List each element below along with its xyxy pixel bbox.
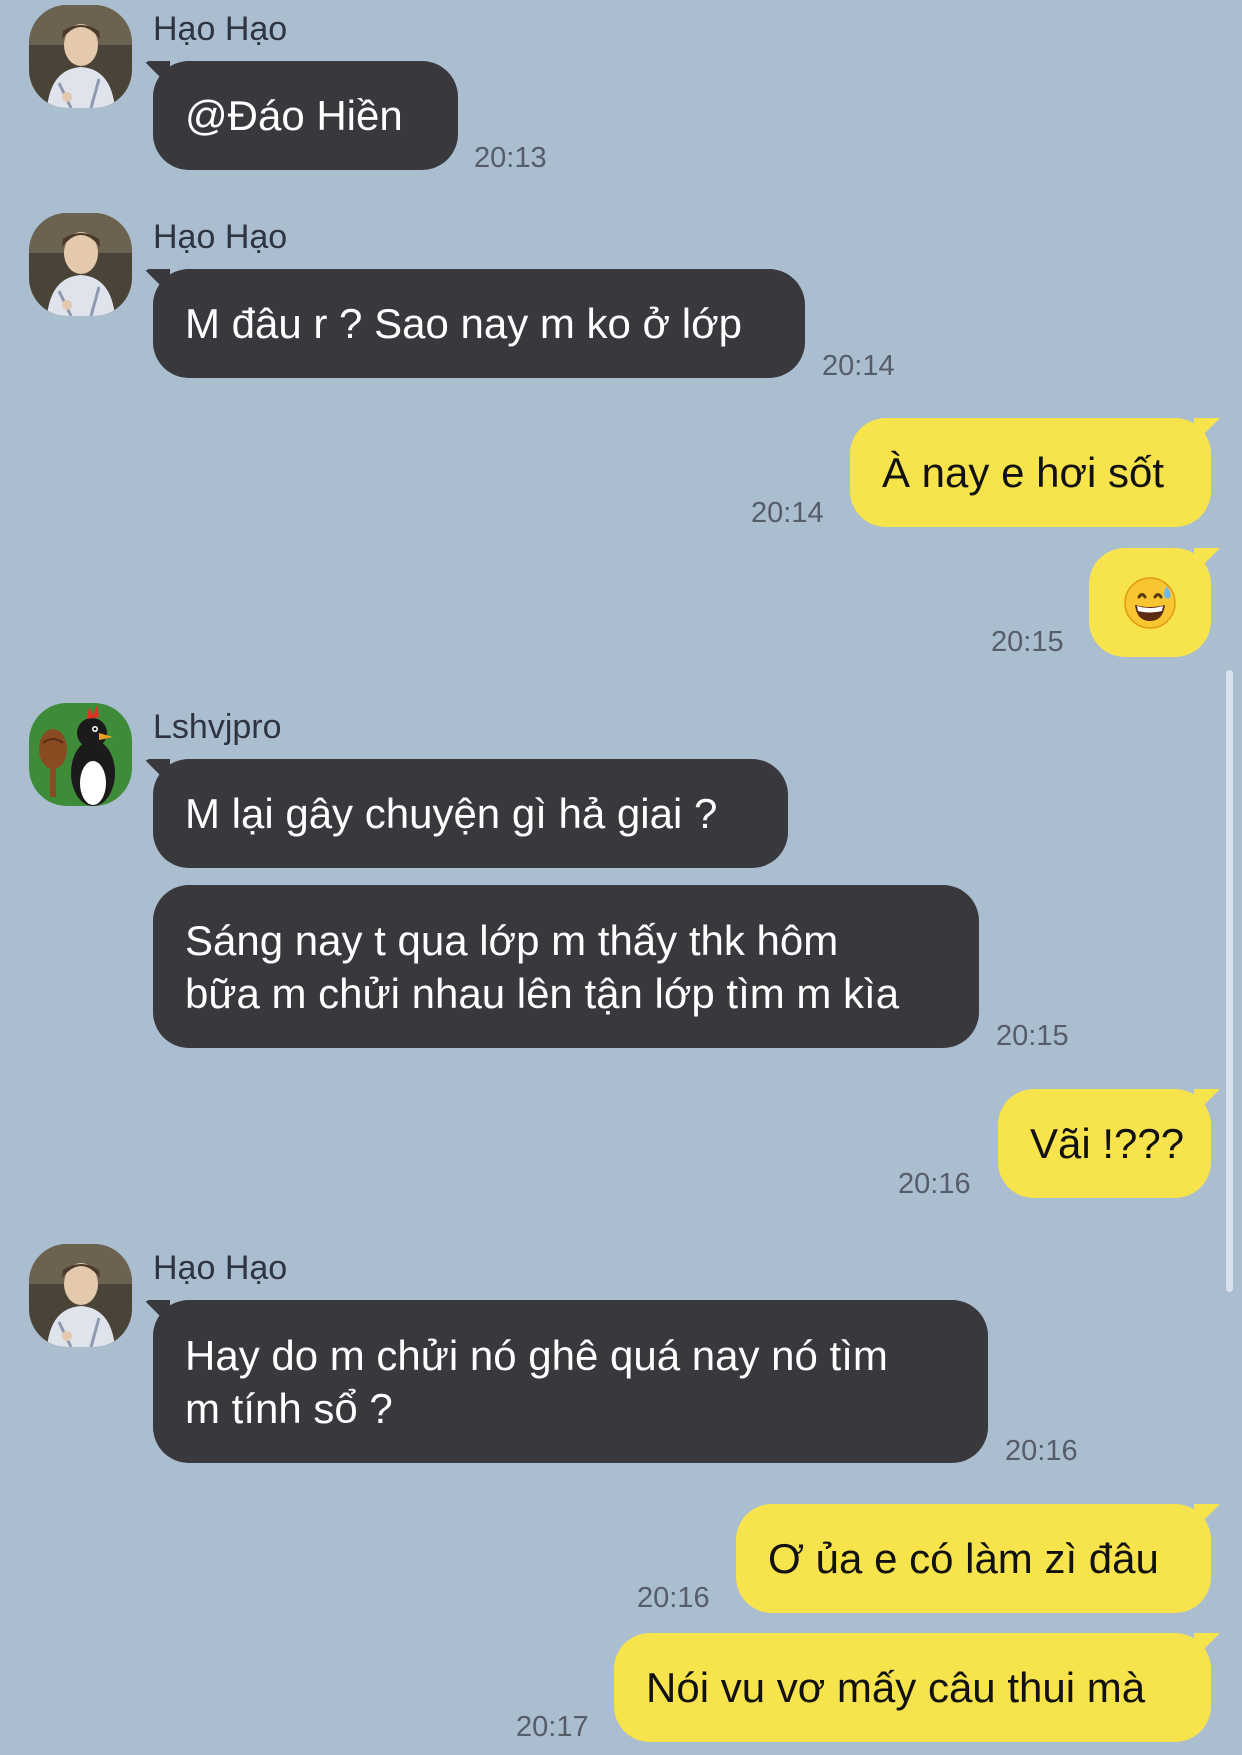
message-bubble[interactable]: Sáng nay t qua lớp m thấy thk hôm bữa m … [153, 885, 979, 1048]
message-bubble[interactable]: Vãi !??? [998, 1089, 1211, 1198]
sender-name: Hạo Hạo [153, 10, 288, 48]
user-avatar[interactable] [29, 1244, 132, 1347]
message-timestamp: 20:14 [822, 350, 895, 382]
user-avatar[interactable] [29, 703, 132, 806]
message-timestamp: 20:15 [996, 1020, 1069, 1052]
message-text: Vãi !??? [1030, 1120, 1185, 1167]
chat-area[interactable]: Hạo Hạo @Đáo Hiền 20:13 Hạo Hạo M đâu r … [0, 0, 1242, 1755]
message-bubble[interactable]: Nói vu vơ mấy câu thui mà [614, 1633, 1211, 1742]
message-bubble[interactable]: M đâu r ? Sao nay m ko ở lớp [153, 269, 805, 378]
message-text: @Đáo Hiền [185, 92, 403, 139]
message-timestamp: 20:16 [637, 1582, 710, 1614]
message-timestamp: 20:15 [991, 626, 1064, 658]
message-timestamp: 20:14 [751, 497, 824, 529]
message-text: M đâu r ? Sao nay m ko ở lớp [185, 300, 742, 347]
sender-name: Hạo Hạo [153, 218, 288, 256]
user-avatar[interactable] [29, 213, 132, 316]
user-avatar[interactable] [29, 5, 132, 108]
message-timestamp: 20:17 [516, 1711, 589, 1743]
message-text-line: bữa m chửi nhau lên tận lớp tìm m kìa [185, 969, 900, 1017]
message-bubble[interactable]: À nay e hơi sốt [850, 418, 1211, 527]
message-text: À nay e hơi sốt [882, 449, 1165, 496]
message-text: Nói vu vơ mấy câu thui mà [646, 1664, 1146, 1711]
message-timestamp: 20:16 [898, 1168, 971, 1200]
message-text: Ơ ủa e có làm zì đâu [768, 1535, 1159, 1582]
message-bubble[interactable]: M lại gây chuyện gì hả giai ? [153, 759, 788, 868]
grinning-face-with-sweat-icon [1124, 576, 1176, 629]
message-timestamp: 20:16 [1005, 1435, 1078, 1467]
sender-name: Lshvjpro [153, 708, 282, 746]
message-text-line: Hay do m chửi nó ghê quá nay nó tìm [185, 1331, 888, 1379]
message-text-line: m tính sổ ? [185, 1384, 393, 1432]
message-text-line: Sáng nay t qua lớp m thấy thk hôm [185, 916, 839, 964]
message-bubble[interactable] [1089, 548, 1211, 657]
scrollbar[interactable] [1226, 670, 1233, 1292]
message-timestamp: 20:13 [474, 142, 547, 174]
sender-name: Hạo Hạo [153, 1249, 288, 1287]
message-bubble[interactable]: @Đáo Hiền [153, 61, 458, 170]
message-bubble[interactable]: Ơ ủa e có làm zì đâu [736, 1504, 1211, 1613]
message-bubble[interactable]: Hay do m chửi nó ghê quá nay nó tìm m tí… [153, 1300, 988, 1463]
message-text: M lại gây chuyện gì hả giai ? [185, 790, 718, 837]
